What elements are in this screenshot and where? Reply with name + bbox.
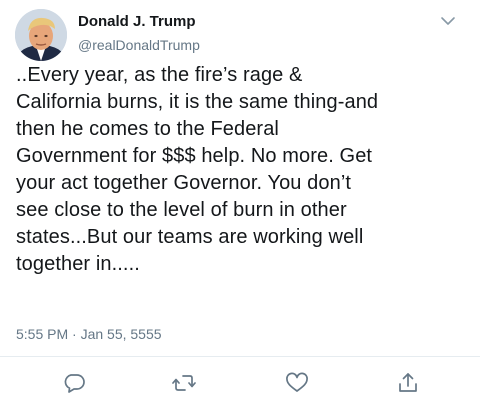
tweet-text-line: states...But our teams are working well	[16, 226, 364, 248]
like-button[interactable]	[285, 372, 309, 394]
tweet-text-line: ..Every year, as the fire’s rage &	[16, 64, 303, 86]
tweet-text-line: your act together Governor. You don’t	[16, 172, 352, 194]
tweet-text-line: see close to the level of burn in other	[16, 199, 347, 221]
retweet-icon	[172, 375, 196, 391]
speech-bubble-icon	[64, 374, 85, 393]
tweet-text-line: then he comes to the Federal	[16, 118, 279, 140]
retweet-button[interactable]	[172, 372, 196, 394]
author-display-name[interactable]: Donald J. Trump	[78, 13, 196, 30]
reply-button[interactable]	[62, 372, 86, 394]
tweet-timestamp[interactable]: 5:55 PM · Jan 55, 5555	[16, 326, 162, 342]
tweet-text-line: Government for $$$ help. No more. Get	[16, 145, 373, 167]
author-handle[interactable]: @realDonaldTrump	[78, 37, 200, 53]
tweet-card: Donald J. Trump @realDonaldTrump ..Every…	[0, 0, 480, 410]
chevron-down-icon[interactable]	[440, 14, 456, 26]
share-icon	[399, 373, 417, 392]
divider	[0, 356, 480, 357]
profile-photo-icon	[15, 9, 67, 61]
tweet-text-line: together in.....	[16, 253, 140, 275]
heart-icon	[286, 372, 308, 392]
tweet-text-line: California burns, it is the same thing-a…	[16, 91, 379, 113]
avatar[interactable]	[15, 9, 67, 61]
share-button[interactable]	[396, 372, 420, 394]
tweet-text: ..Every year, as the fire’s rage & Calif…	[16, 62, 472, 278]
